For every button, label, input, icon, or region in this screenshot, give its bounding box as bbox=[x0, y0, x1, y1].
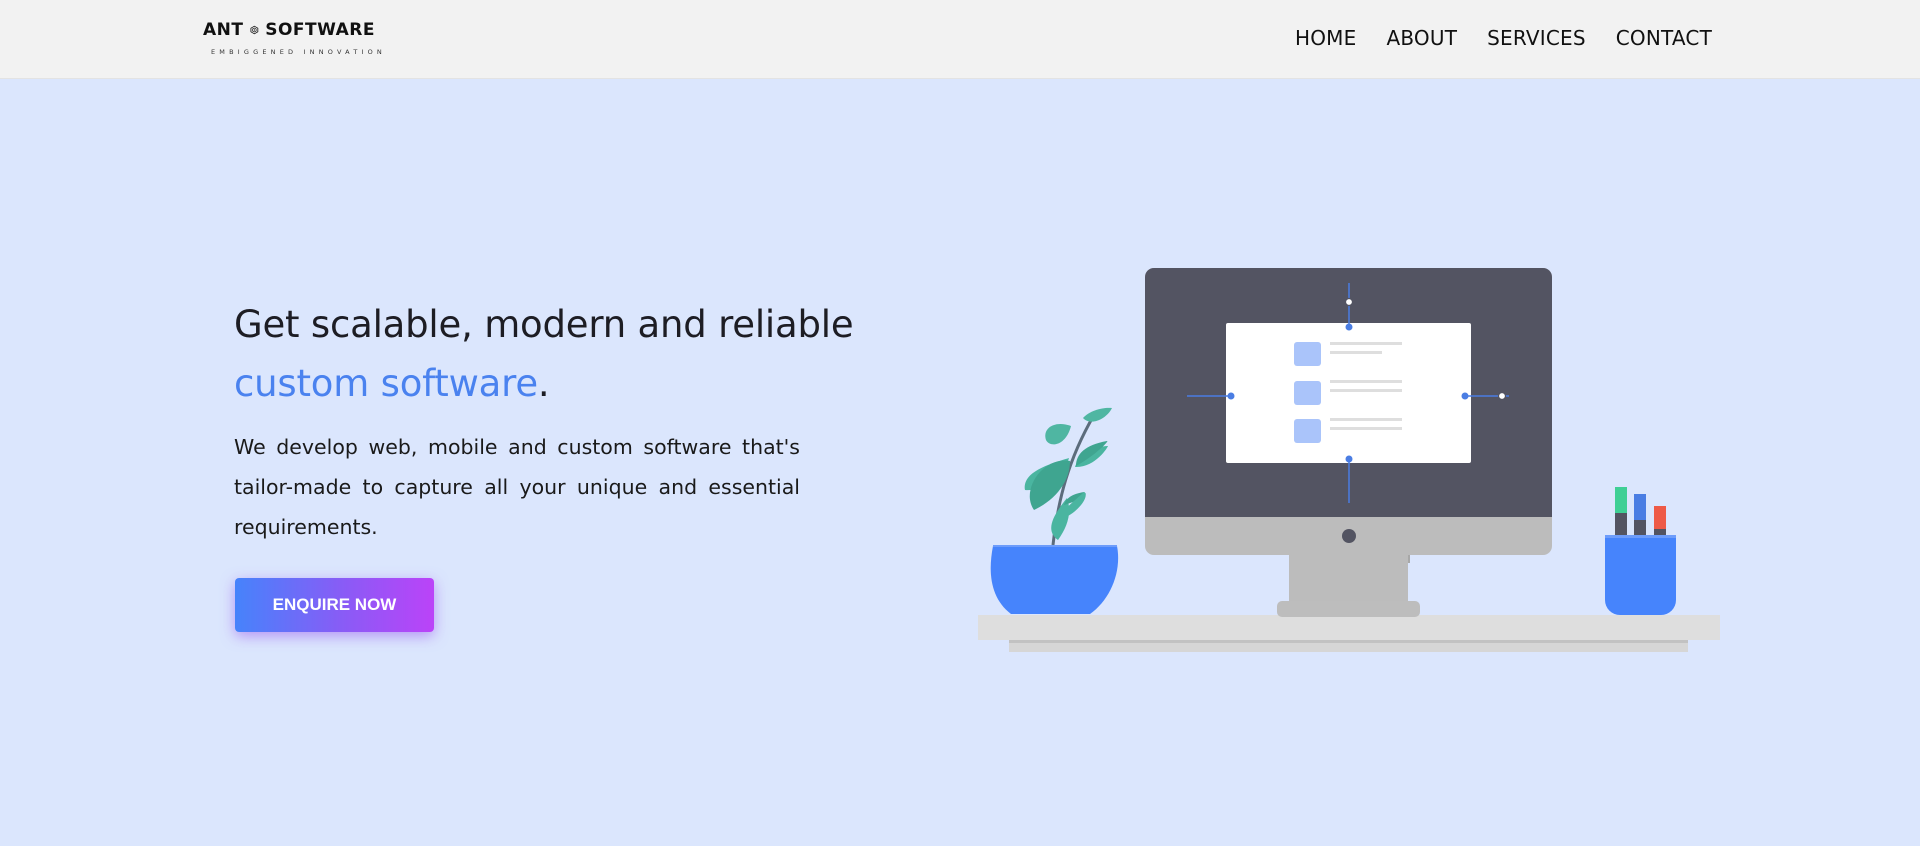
desk-icon bbox=[978, 615, 1720, 652]
logo-name-right: SOFTWARE bbox=[265, 20, 375, 40]
brand-logo[interactable]: ANT SOFTWARE EMBIGGENED INNOVATION bbox=[203, 17, 386, 65]
main-nav: HOME ABOUT SERVICES CONTACT bbox=[1295, 26, 1712, 50]
hero-description: We develop web, mobile and custom softwa… bbox=[234, 435, 800, 539]
nav-home[interactable]: HOME bbox=[1295, 26, 1356, 50]
logo-tagline: EMBIGGENED INNOVATION bbox=[211, 48, 386, 56]
site-header: ANT SOFTWARE EMBIGGENED INNOVATION HOME … bbox=[0, 0, 1920, 79]
hero-illustration bbox=[978, 268, 1720, 652]
pen-cup-icon bbox=[1605, 487, 1676, 615]
nav-services[interactable]: SERVICES bbox=[1487, 26, 1586, 50]
hero-title-line1: Get scalable, modern and reliable bbox=[234, 303, 854, 346]
monitor-icon bbox=[1145, 268, 1552, 617]
nav-about[interactable]: ABOUT bbox=[1386, 26, 1457, 50]
logo-wordmark: ANT SOFTWARE bbox=[203, 17, 375, 43]
nav-contact[interactable]: CONTACT bbox=[1616, 26, 1712, 50]
enquire-now-button[interactable]: ENQUIRE NOW bbox=[235, 578, 434, 632]
hexagon-logo-icon bbox=[250, 25, 259, 35]
logo-name-left: ANT bbox=[203, 20, 244, 40]
hero-title: Get scalable, modern and reliable custom… bbox=[234, 295, 874, 413]
plant-icon bbox=[990, 407, 1119, 614]
hero-title-accent: custom software bbox=[234, 362, 538, 405]
hero-title-end: . bbox=[537, 362, 550, 405]
